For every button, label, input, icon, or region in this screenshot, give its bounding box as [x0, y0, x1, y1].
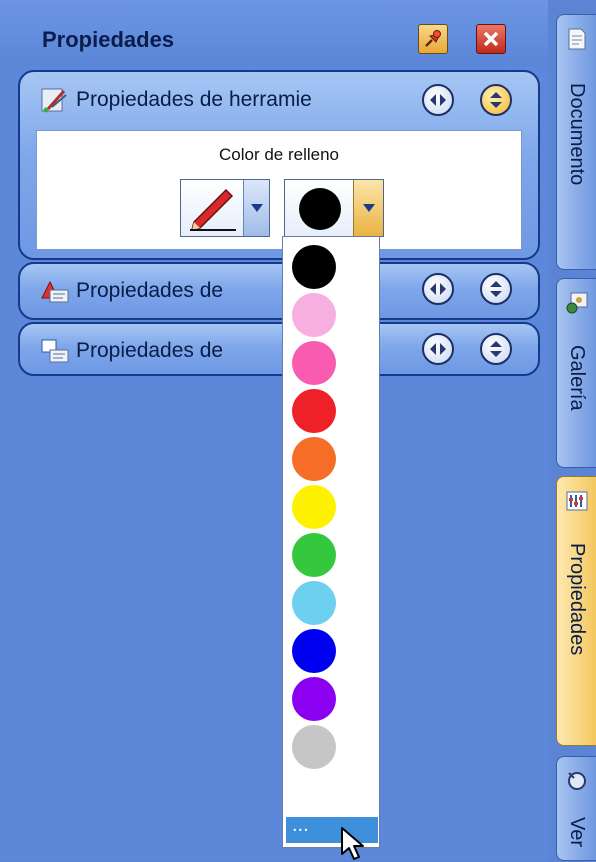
line-color-dropdown-arrow[interactable]: [243, 180, 269, 236]
tab-label: Propiedades: [566, 543, 588, 656]
fill-color-label: Color de relleno: [218, 145, 339, 164]
fill-color-dropdown-arrow[interactable]: [353, 180, 383, 236]
chevron-down-icon: [362, 204, 375, 212]
tab-label: Ver: [566, 817, 588, 848]
tab-label: Documento: [566, 83, 588, 186]
color-swatch[interactable]: [292, 581, 336, 625]
section-title: Propiedades de: [76, 279, 224, 302]
expand-horizontal-button[interactable]: [422, 333, 454, 365]
color-swatch[interactable]: [292, 437, 336, 481]
properties-icon: [566, 491, 588, 511]
properties-panel: Propiedades Propiedades de herramie Colo…: [0, 0, 548, 861]
tab-label: Galería: [566, 345, 588, 411]
collapse-section-button[interactable]: [480, 84, 512, 116]
color-swatch[interactable]: [292, 389, 336, 433]
selected-fill-swatch: [299, 188, 341, 230]
shape-properties-section: Propiedades de: [18, 262, 540, 320]
pin-icon: [425, 30, 441, 47]
object-properties-icon: [41, 339, 69, 363]
color-swatch[interactable]: [292, 245, 336, 289]
expand-horizontal-button[interactable]: [422, 273, 454, 305]
color-swatch[interactable]: [292, 293, 336, 337]
document-icon: [568, 28, 586, 50]
tab-galeria[interactable]: Galería: [556, 278, 596, 468]
section-title: Propiedades de herramie: [76, 88, 312, 111]
panel-titlebar: Propiedades: [0, 0, 548, 66]
tab-propiedades[interactable]: Propiedades: [556, 476, 596, 746]
expand-section-button[interactable]: [480, 273, 512, 305]
pencil-icon: [190, 188, 236, 232]
shape-properties-icon: [41, 280, 69, 303]
gallery-icon: [566, 292, 588, 314]
close-icon: [483, 31, 499, 47]
fill-color-dropdown: ...: [282, 236, 380, 848]
expand-section-button[interactable]: [480, 333, 512, 365]
tool-properties-icon: [41, 88, 67, 113]
up-down-arrows-icon: [490, 92, 502, 108]
section-content: Color de relleno: [36, 130, 522, 250]
left-right-arrows-icon: [430, 94, 446, 106]
section-header[interactable]: Propiedades de: [40, 273, 223, 309]
tool-properties-section: Propiedades de herramie Color de relleno: [18, 70, 540, 260]
section-title: Propiedades de: [76, 339, 224, 362]
section-header[interactable]: Propiedades de: [40, 333, 223, 369]
color-swatch[interactable]: [292, 485, 336, 529]
line-color-button[interactable]: [180, 179, 270, 237]
left-right-arrows-icon: [430, 283, 446, 295]
panel-title: Propiedades: [42, 27, 175, 52]
color-swatch[interactable]: [292, 533, 336, 577]
view-icon: [568, 772, 586, 790]
color-swatch[interactable]: [292, 341, 336, 385]
color-swatch[interactable]: [292, 629, 336, 673]
left-right-arrows-icon: [430, 343, 446, 355]
up-down-arrows-icon: [490, 341, 502, 357]
chevron-down-icon: [250, 204, 263, 212]
fill-color-button[interactable]: [284, 179, 384, 237]
pin-button[interactable]: [418, 24, 448, 54]
mouse-cursor-icon: [341, 827, 364, 860]
expand-horizontal-button[interactable]: [422, 84, 454, 116]
object-properties-section: Propiedades de: [18, 322, 540, 376]
color-swatch[interactable]: [292, 725, 336, 769]
color-swatch[interactable]: [292, 677, 336, 721]
up-down-arrows-icon: [490, 281, 502, 297]
section-header[interactable]: Propiedades de herramie: [40, 82, 312, 118]
close-button[interactable]: [476, 24, 506, 54]
tab-documento[interactable]: Documento: [556, 14, 596, 270]
tab-ver[interactable]: Ver: [556, 756, 596, 861]
